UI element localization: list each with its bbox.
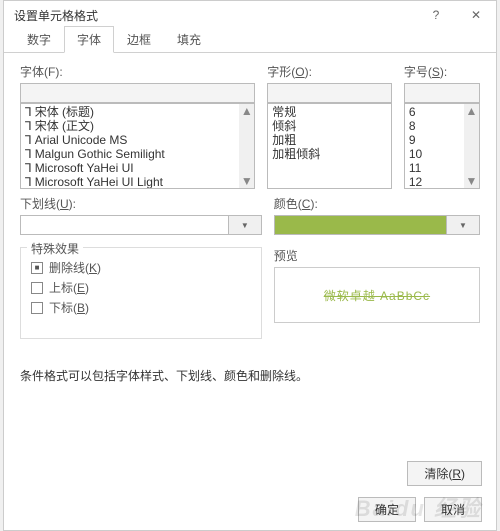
tab-border[interactable]: 边框 xyxy=(114,26,164,53)
font-item[interactable]: Ꞁ Arial Unicode MS xyxy=(25,133,250,147)
checkbox-icon xyxy=(31,302,43,314)
preview-label: 预览 xyxy=(274,247,480,264)
style-item[interactable]: 加粗倾斜 xyxy=(272,147,387,161)
subscript-checkbox[interactable]: 下标(B) xyxy=(31,299,251,316)
tab-fill[interactable]: 填充 xyxy=(164,26,214,53)
cancel-button[interactable]: 取消 xyxy=(424,497,482,522)
strike-checkbox[interactable]: 删除线(K) xyxy=(31,259,251,276)
style-listbox[interactable]: 常规 倾斜 加粗 加粗倾斜 xyxy=(267,103,392,189)
effects-group: 特殊效果 删除线(K) 上标(E) 下标(B) xyxy=(20,247,262,339)
preview-text: 微软卓越 AaBbCc xyxy=(324,287,430,304)
clear-button[interactable]: 清除(R) xyxy=(407,461,482,486)
size-listbox[interactable]: 6 8 9 10 11 12 ▲▼ xyxy=(404,103,480,189)
tabs: 数字 字体 边框 填充 xyxy=(4,29,496,53)
style-item[interactable]: 加粗 xyxy=(272,133,387,147)
tab-font[interactable]: 字体 xyxy=(64,26,114,53)
font-item[interactable]: Ꞁ Malgun Gothic Semilight xyxy=(25,147,250,161)
checkbox-icon xyxy=(31,282,43,294)
underline-label: 下划线(U): xyxy=(20,195,262,212)
ok-button[interactable]: 确定 xyxy=(358,497,416,522)
color-label: 颜色(C): xyxy=(274,195,480,212)
dialog-title: 设置单元格格式 xyxy=(14,7,98,24)
effects-label: 特殊效果 xyxy=(27,240,83,257)
titlebar: 设置单元格格式 ? ✕ xyxy=(4,1,496,29)
style-label: 字形(O): xyxy=(267,63,392,80)
style-item[interactable]: 倾斜 xyxy=(272,119,387,133)
close-button[interactable]: ✕ xyxy=(456,1,496,29)
chevron-down-icon[interactable]: ▼ xyxy=(229,215,262,235)
font-input[interactable] xyxy=(20,83,255,103)
style-input[interactable] xyxy=(267,83,392,103)
font-item[interactable]: Ꞁ Microsoft YaHei UI xyxy=(25,161,250,175)
color-swatch xyxy=(274,215,447,235)
footer: 确定 取消 xyxy=(358,497,482,522)
note-text: 条件格式可以包括字体样式、下划线、颜色和删除线。 xyxy=(20,367,480,384)
size-label: 字号(S): xyxy=(404,63,480,80)
font-label: 字体(F): xyxy=(20,63,255,80)
style-item[interactable]: 常规 xyxy=(272,105,387,119)
help-button[interactable]: ? xyxy=(416,1,456,29)
checkbox-icon xyxy=(31,262,43,274)
underline-dropdown[interactable]: ▼ xyxy=(20,215,262,235)
window-controls: ? ✕ xyxy=(416,1,496,29)
size-input[interactable] xyxy=(404,83,480,103)
tab-number[interactable]: 数字 xyxy=(14,26,64,53)
color-dropdown[interactable]: ▼ xyxy=(274,215,480,235)
font-item[interactable]: Ꞁ 宋体 (标题) xyxy=(25,105,250,119)
scrollbar[interactable]: ▲▼ xyxy=(464,104,479,188)
superscript-checkbox[interactable]: 上标(E) xyxy=(31,279,251,296)
font-item[interactable]: Ꞁ Microsoft YaHei UI Light xyxy=(25,175,250,189)
font-item[interactable]: Ꞁ 宋体 (正文) xyxy=(25,119,250,133)
scrollbar[interactable]: ▲▼ xyxy=(239,104,254,188)
font-listbox[interactable]: Ꞁ 宋体 (标题) Ꞁ 宋体 (正文) Ꞁ Arial Unicode MS Ꞁ… xyxy=(20,103,255,189)
format-cells-dialog: 设置单元格格式 ? ✕ 数字 字体 边框 填充 字体(F): Ꞁ 宋体 (标题)… xyxy=(3,0,497,531)
chevron-down-icon[interactable]: ▼ xyxy=(447,215,480,235)
panel-font: 字体(F): Ꞁ 宋体 (标题) Ꞁ 宋体 (正文) Ꞁ Arial Unico… xyxy=(4,53,496,394)
preview-box: 微软卓越 AaBbCc xyxy=(274,267,480,323)
